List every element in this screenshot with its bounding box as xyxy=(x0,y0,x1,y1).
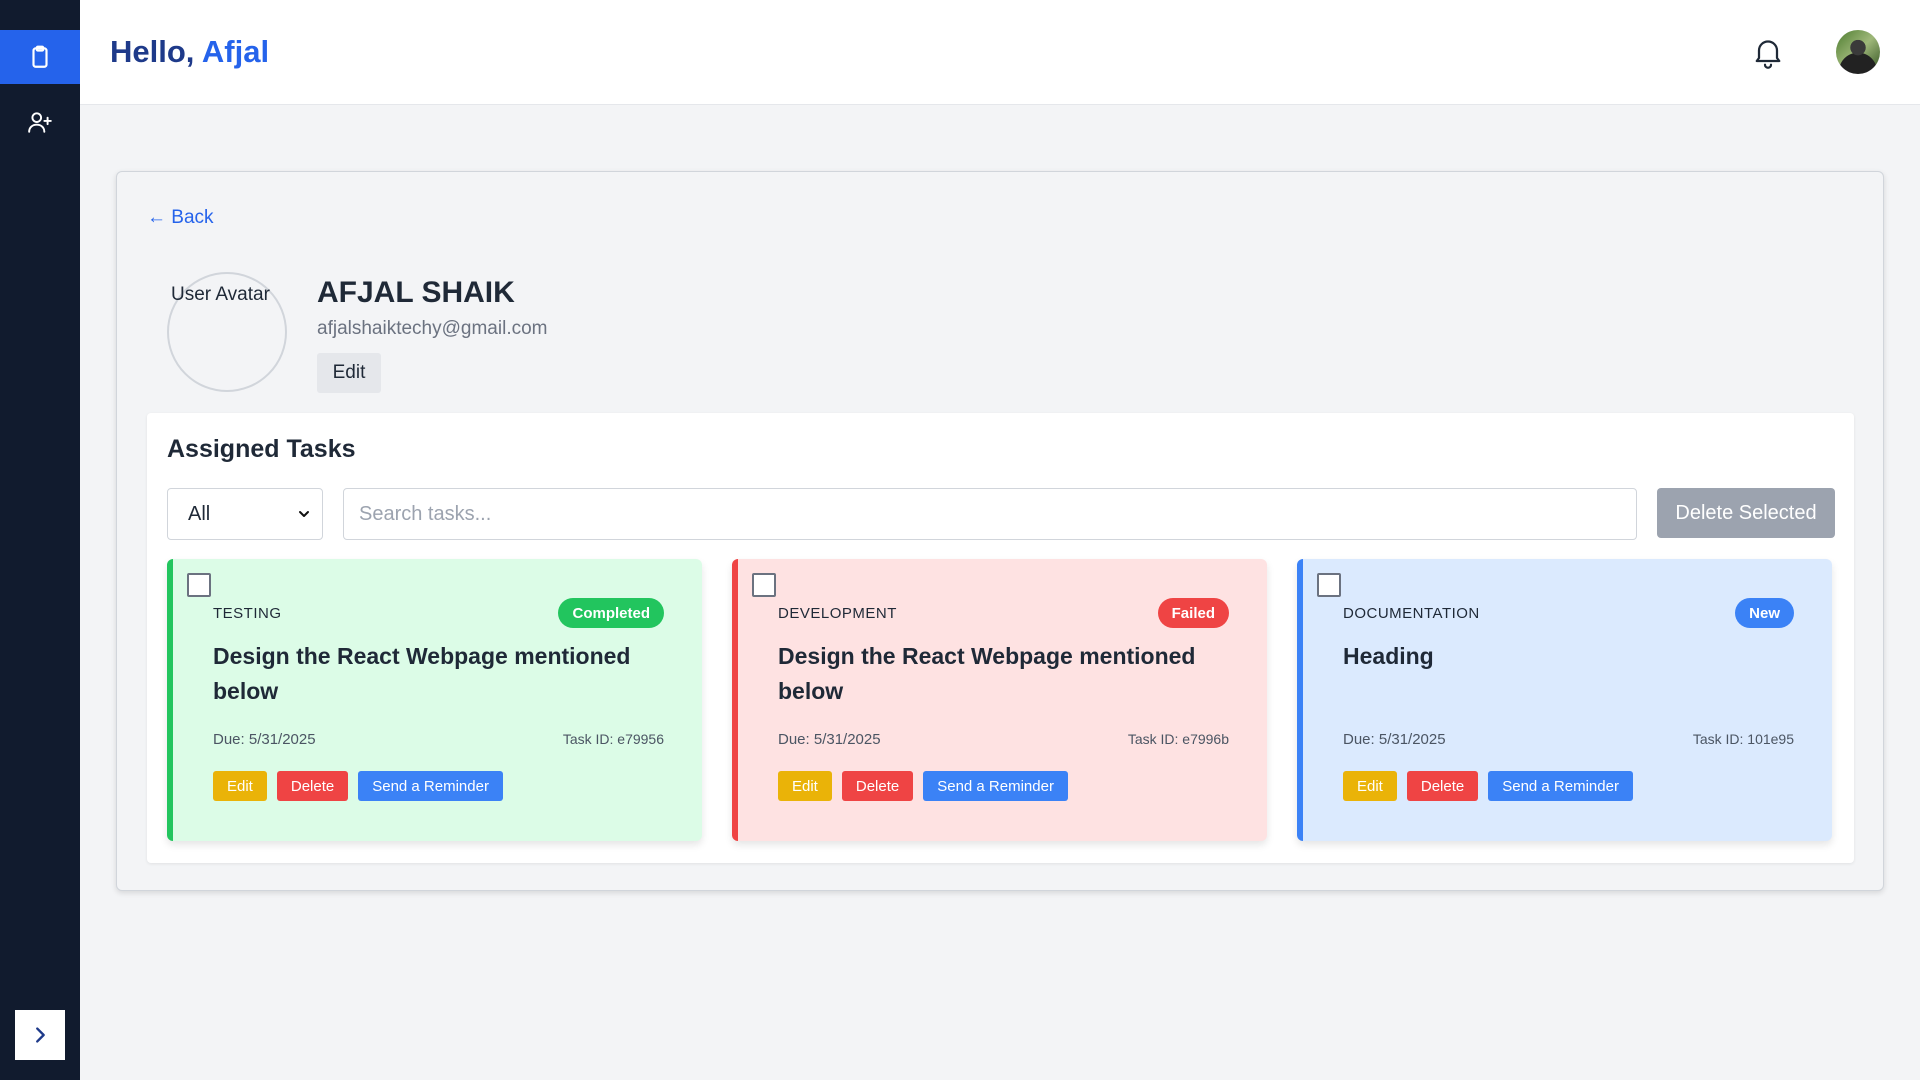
task-actions: Edit Delete Send a Reminder xyxy=(1343,771,1633,801)
task-actions: Edit Delete Send a Reminder xyxy=(778,771,1068,801)
chevron-down-icon xyxy=(299,511,309,517)
status-badge: Failed xyxy=(1157,598,1229,628)
top-header: Hello, Afjal xyxy=(80,0,1920,105)
task-due-date: Due: 5/31/2025 xyxy=(1343,731,1446,748)
search-input[interactable] xyxy=(343,488,1637,540)
send-reminder-button[interactable]: Send a Reminder xyxy=(1488,771,1633,801)
profile-email: afjalshaiktechy@gmail.com xyxy=(317,318,548,339)
task-category: TESTING xyxy=(213,605,282,622)
filter-value: All xyxy=(188,502,211,525)
clipboard-icon xyxy=(32,45,48,68)
status-filter-select[interactable]: All xyxy=(167,488,323,540)
task-title: Heading xyxy=(1343,643,1434,669)
sidebar-item-tasks[interactable] xyxy=(0,30,80,84)
delete-task-button[interactable]: Delete xyxy=(841,771,914,801)
task-id: Task ID: 101e95 xyxy=(1692,731,1794,747)
user-detail-panel: ← Back User Avatar AFJAL SHAIK afjalshai… xyxy=(116,171,1884,891)
task-checkbox[interactable] xyxy=(1317,573,1341,597)
status-badge: New xyxy=(1735,598,1794,628)
task-actions: Edit Delete Send a Reminder xyxy=(213,771,503,801)
user-plus-icon xyxy=(28,112,52,133)
task-card: TESTING Completed Design the React Webpa… xyxy=(167,559,702,841)
task-checkbox[interactable] xyxy=(187,573,211,597)
edit-task-button[interactable]: Edit xyxy=(213,771,267,801)
assigned-tasks-section: Assigned Tasks All Delete Selected TESTI… xyxy=(147,413,1854,863)
greeting-prefix: Hello, xyxy=(110,34,202,69)
back-link[interactable]: ← Back xyxy=(147,207,214,229)
task-title: Design the React Webpage mentioned below xyxy=(213,643,631,704)
user-avatar[interactable] xyxy=(1836,30,1880,74)
delete-task-button[interactable]: Delete xyxy=(1406,771,1479,801)
send-reminder-button[interactable]: Send a Reminder xyxy=(358,771,503,801)
task-id: Task ID: e79956 xyxy=(562,731,664,747)
send-reminder-button[interactable]: Send a Reminder xyxy=(923,771,1068,801)
bell-icon[interactable] xyxy=(1750,34,1786,70)
greeting-user-name: Afjal xyxy=(201,34,270,69)
section-title: Assigned Tasks xyxy=(167,435,356,463)
profile-avatar: User Avatar xyxy=(167,272,287,392)
task-due-date: Due: 5/31/2025 xyxy=(778,731,881,748)
edit-task-button[interactable]: Edit xyxy=(778,771,832,801)
task-due-date: Due: 5/31/2025 xyxy=(213,731,316,748)
chevron-right-icon xyxy=(36,1027,45,1043)
task-category: DEVELOPMENT xyxy=(778,605,897,622)
profile-name: AFJAL SHAIK xyxy=(317,276,515,309)
sidebar xyxy=(0,0,80,1080)
task-card: DOCUMENTATION New Heading Due: 5/31/2025… xyxy=(1297,559,1832,841)
sidebar-toggle-button[interactable] xyxy=(15,1010,65,1060)
sidebar-item-add-user[interactable] xyxy=(0,95,80,149)
delete-selected-button[interactable]: Delete Selected xyxy=(1657,488,1835,538)
delete-task-button[interactable]: Delete xyxy=(276,771,349,801)
task-checkbox[interactable] xyxy=(752,573,776,597)
greeting: Hello, Afjal xyxy=(110,34,269,70)
edit-profile-button[interactable]: Edit xyxy=(317,353,381,393)
status-badge: Completed xyxy=(558,598,664,628)
task-category: DOCUMENTATION xyxy=(1343,605,1480,622)
task-card: DEVELOPMENT Failed Design the React Webp… xyxy=(732,559,1267,841)
task-id: Task ID: e7996b xyxy=(1127,731,1229,747)
edit-task-button[interactable]: Edit xyxy=(1343,771,1397,801)
task-title: Design the React Webpage mentioned below xyxy=(778,643,1196,704)
